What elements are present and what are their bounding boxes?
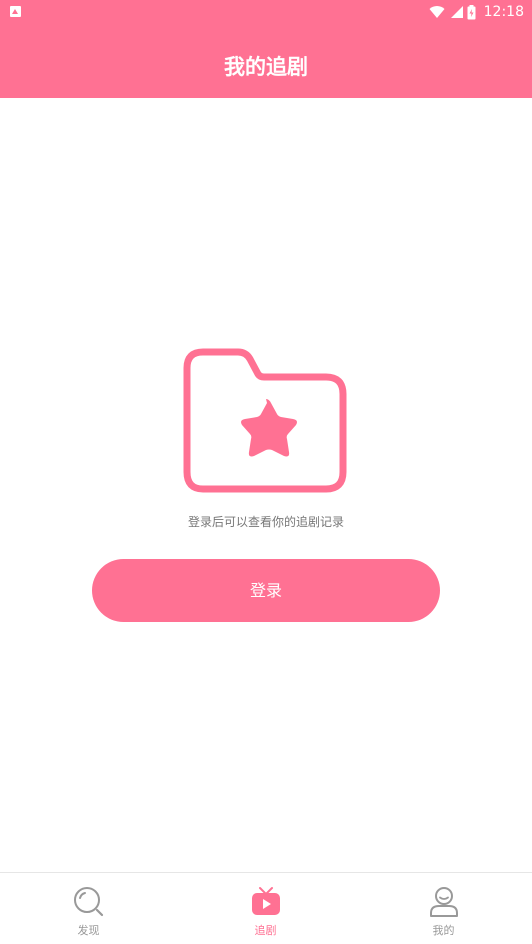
folder-star-icon bbox=[183, 348, 347, 493]
nav-item-mine[interactable]: 我的 bbox=[355, 873, 532, 944]
signal-icon bbox=[450, 6, 463, 18]
app-header: 12:18 我的追剧 bbox=[0, 0, 532, 98]
nav-label-following: 追剧 bbox=[254, 924, 277, 937]
notification-app-icon bbox=[10, 6, 21, 17]
battery-icon bbox=[467, 4, 476, 19]
nav-item-following[interactable]: 追剧 bbox=[177, 873, 354, 944]
status-bar: 12:18 bbox=[0, 0, 532, 24]
status-time: 12:18 bbox=[483, 4, 524, 20]
login-button[interactable]: 登录 bbox=[92, 559, 440, 622]
tv-play-icon bbox=[251, 887, 280, 915]
user-icon bbox=[429, 887, 458, 917]
wifi-icon bbox=[429, 6, 445, 19]
status-icons: 12:18 bbox=[429, 3, 524, 21]
bottom-nav: 发现 追剧 我的 bbox=[0, 872, 532, 944]
page-title: 我的追剧 bbox=[224, 55, 308, 79]
nav-item-discover[interactable]: 发现 bbox=[0, 873, 177, 944]
nav-label-discover: 发现 bbox=[77, 924, 100, 937]
nav-label-mine: 我的 bbox=[432, 924, 455, 937]
empty-state-message: 登录后可以查看你的追剧记录 bbox=[187, 515, 344, 529]
search-icon bbox=[73, 887, 103, 917]
